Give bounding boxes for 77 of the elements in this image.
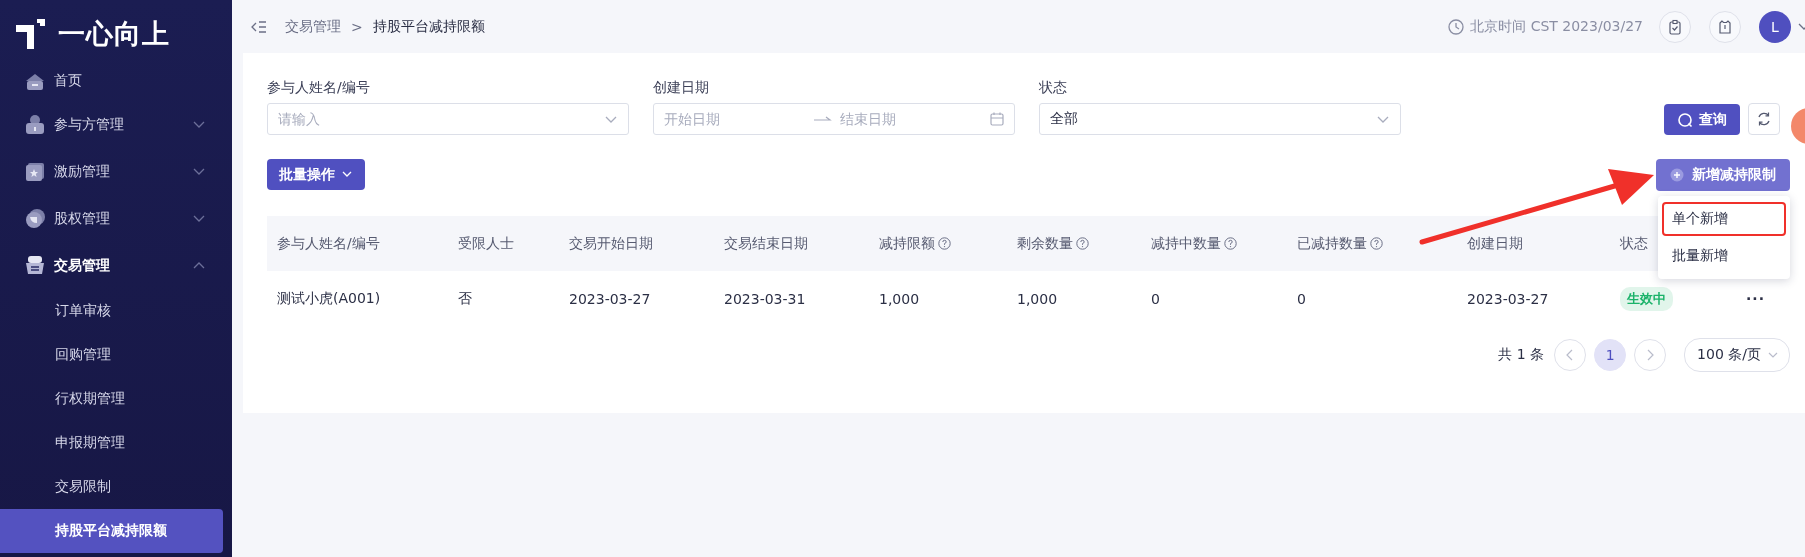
chevron-right-icon [1646, 349, 1655, 361]
table-cell: 2023-03-27 [569, 290, 651, 307]
breadcrumb-item[interactable]: 交易管理 [285, 17, 341, 36]
clock-icon [1448, 18, 1465, 35]
nav-item[interactable]: 首页 [0, 61, 232, 101]
field-label: 参与人姓名/编号 [267, 79, 371, 97]
page-button[interactable]: 1 [1594, 339, 1627, 371]
nav-item[interactable]: 激励管理 [0, 148, 232, 195]
user-avatar[interactable]: L [1759, 10, 1791, 43]
column-header: 剩余数量 [1017, 234, 1073, 253]
help-icon [1076, 237, 1089, 250]
menu-item[interactable]: 批量新增 [1662, 239, 1786, 273]
refresh-icon [1756, 111, 1772, 127]
search-icon [1677, 111, 1693, 128]
column-header: 状态 [1620, 234, 1648, 253]
table-cell: 1,000 [1017, 290, 1058, 307]
table-cell: 0 [1297, 290, 1306, 307]
nav-item[interactable]: 交易管理 [0, 242, 232, 289]
table-cell: 测试小虎(A001) [277, 289, 381, 308]
column-header: 减持限额 [879, 234, 935, 253]
add-restriction-button[interactable]: 新增减持限制 [1656, 159, 1790, 191]
help-icon [1224, 237, 1237, 250]
table-cell: 2023-03-27 [1467, 290, 1549, 307]
column-header: 已减持数量 [1297, 234, 1367, 253]
collapse-menu-icon [251, 19, 267, 34]
person-icon [24, 114, 46, 135]
breadcrumb-separator: > [351, 18, 363, 35]
nav-item[interactable]: 股权管理 [0, 195, 232, 242]
select-input[interactable]: 全部 [1050, 111, 1368, 127]
server-time: 北京时间 CST 2023/03/27 [1470, 17, 1643, 36]
help-icon [1370, 237, 1383, 250]
page-size-select[interactable]: 100 条/页 [1684, 338, 1790, 372]
date-input[interactable]: 开始日期 [664, 111, 806, 127]
nav-subitem[interactable]: 交易限制 [0, 465, 223, 509]
box-icon [24, 255, 46, 276]
nav-subitem[interactable]: 行权期管理 [0, 377, 223, 421]
star-icon [24, 161, 46, 182]
breadcrumb-item: 持股平台减持限额 [372, 17, 485, 36]
nav-subitem[interactable]: 订单审核 [0, 289, 223, 333]
column-header: 参与人姓名/编号 [277, 234, 380, 253]
shirt-button[interactable] [1709, 10, 1741, 43]
nav-item[interactable]: 参与方管理 [0, 101, 232, 148]
reset-button[interactable] [1748, 103, 1780, 135]
logo-text: 一心向上 [58, 17, 170, 51]
column-header: 减持中数量 [1151, 234, 1221, 253]
chevron-left-icon [1566, 349, 1575, 361]
column-header: 受限人士 [458, 234, 514, 253]
nav-subitem[interactable]: 申报期管理 [0, 421, 223, 465]
nav-subitem[interactable]: 持股平台减持限额 [0, 509, 223, 553]
batch-actions-button[interactable]: 批量操作 [267, 159, 365, 190]
column-header: 创建日期 [1467, 234, 1523, 253]
shirt-icon [1717, 18, 1733, 35]
table-cell: 2023-03-31 [724, 290, 806, 307]
field-label: 创建日期 [653, 79, 710, 97]
task-button[interactable] [1659, 10, 1691, 43]
date-range-field[interactable]: 开始日期 结束日期 [653, 103, 1015, 135]
more-actions-button[interactable]: ··· [1746, 290, 1765, 307]
table-cell: 1,000 [879, 290, 920, 307]
menu-item[interactable]: 单个新增 [1662, 202, 1786, 236]
nav-subitem[interactable]: 回购管理 [0, 333, 223, 377]
table-cell: 否 [458, 289, 472, 308]
help-icon [938, 237, 951, 250]
clipboard-check-icon [1667, 18, 1683, 35]
plus-circle-icon [1670, 168, 1684, 182]
table-cell: 0 [1151, 290, 1160, 307]
select-input[interactable]: 请输入 [278, 111, 596, 127]
calendar-icon [990, 112, 1004, 126]
query-button[interactable]: 查询 [1664, 104, 1740, 135]
column-header: 交易结束日期 [724, 234, 808, 253]
column-header: 交易开始日期 [569, 234, 653, 253]
total-count: 共 1 条 [1498, 346, 1545, 364]
pie-icon [24, 208, 46, 229]
date-input[interactable]: 结束日期 [840, 111, 982, 127]
select-field[interactable]: 请输入 [267, 103, 629, 135]
field-label: 状态 [1039, 79, 1068, 97]
status-tag: 生效中 [1620, 286, 1673, 311]
select-field[interactable]: 全部 [1039, 103, 1401, 135]
